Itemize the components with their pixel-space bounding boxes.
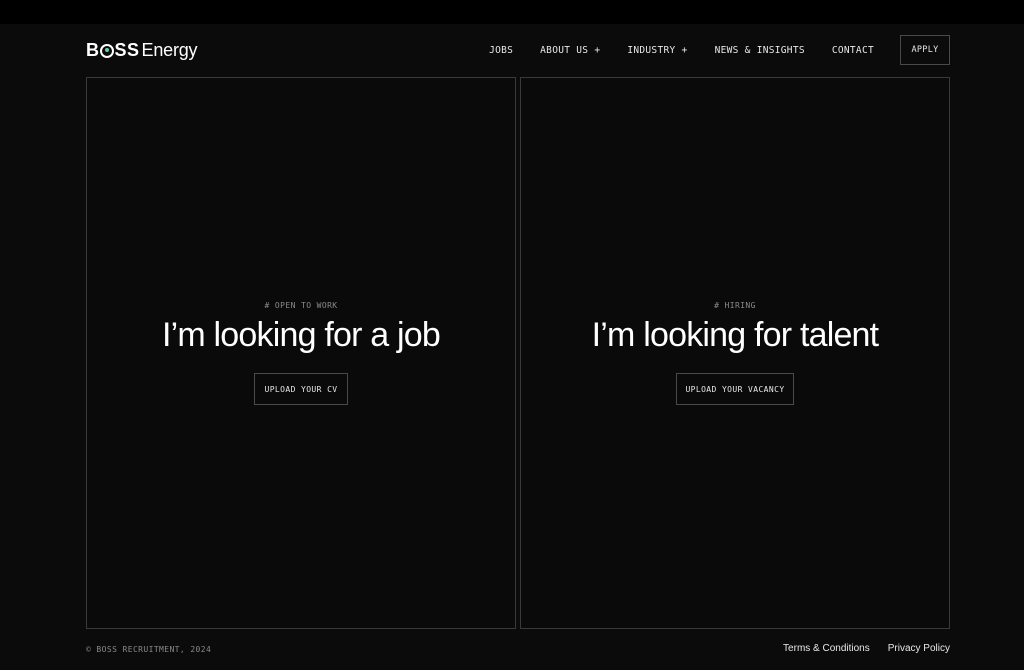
nav-item-news-insights[interactable]: NEWS & INSIGHTS bbox=[715, 45, 805, 56]
logo-energy-text: Energy bbox=[141, 40, 198, 60]
open-to-work-kicker: # OPEN TO WORK bbox=[264, 301, 338, 310]
copyright-text: © BOSS RECRUITMENT, 2024 bbox=[86, 645, 212, 654]
page: B SS Energy JOBS ABOUT US + INDUSTRY + NE… bbox=[0, 24, 1024, 670]
privacy-policy-link[interactable]: Privacy Policy bbox=[888, 643, 950, 654]
logo-o-icon bbox=[100, 43, 114, 58]
hiring-content: # HIRING I’m looking for talent UPLOAD Y… bbox=[521, 300, 949, 405]
job-seeker-content: # OPEN TO WORK I’m looking for a job UPL… bbox=[87, 300, 515, 405]
logo-wordmark: B SS bbox=[86, 40, 140, 61]
hiring-kicker: # HIRING bbox=[714, 301, 756, 310]
upload-cv-button[interactable]: UPLOAD YOUR CV bbox=[254, 373, 348, 405]
nav-item-industry[interactable]: INDUSTRY + bbox=[627, 45, 687, 56]
upload-vacancy-button[interactable]: UPLOAD YOUR VACANCY bbox=[676, 373, 794, 405]
job-seeker-panel[interactable]: # OPEN TO WORK I’m looking for a job UPL… bbox=[86, 77, 516, 629]
footer-links: Terms & Conditions Privacy Policy bbox=[783, 643, 950, 654]
job-seeker-headline: I’m looking for a job bbox=[161, 316, 441, 354]
logo-letter-b: B bbox=[86, 40, 100, 60]
main-nav: JOBS ABOUT US + INDUSTRY + NEWS & INSIGH… bbox=[462, 34, 950, 66]
nav-item-about-us[interactable]: ABOUT US + bbox=[540, 45, 600, 56]
apply-button[interactable]: APPLY bbox=[900, 35, 950, 65]
hiring-headline: I’m looking for talent bbox=[591, 316, 879, 354]
brand-logo[interactable]: B SS Energy bbox=[86, 40, 198, 61]
nav-item-contact[interactable]: CONTACT bbox=[832, 45, 874, 56]
hiring-panel[interactable]: # HIRING I’m looking for talent UPLOAD Y… bbox=[520, 77, 950, 629]
browser-top-strip bbox=[0, 0, 1024, 24]
nav-item-jobs[interactable]: JOBS bbox=[489, 45, 513, 56]
logo-letters-ss: SS bbox=[114, 40, 140, 60]
terms-conditions-link[interactable]: Terms & Conditions bbox=[783, 643, 870, 654]
